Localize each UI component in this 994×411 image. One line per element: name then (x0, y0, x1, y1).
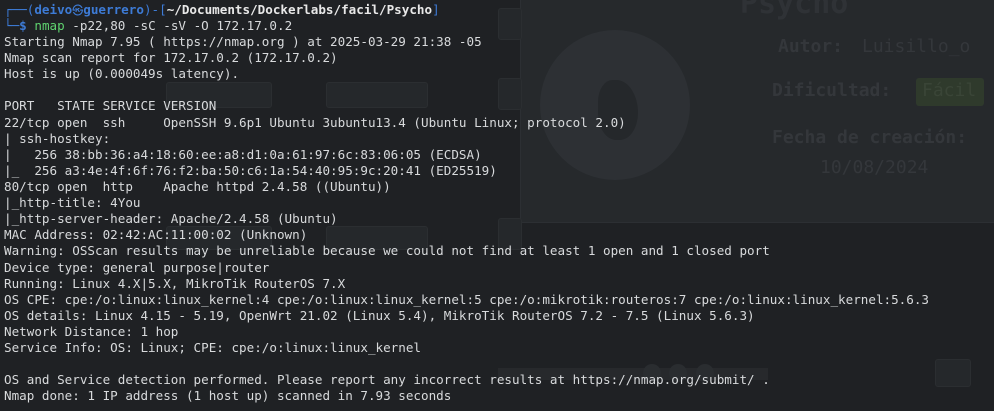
output-line: Starting Nmap 7.95 ( https://nmap.org ) … (4, 34, 482, 49)
command-output: Starting Nmap 7.95 ( https://nmap.org ) … (4, 34, 994, 405)
output-line: |_ 256 a3:4e:4f:6f:76:f2:ba:50:c6:1a:54:… (4, 162, 497, 178)
output-line: Service Info: OS: Linux; CPE: cpe:/o:lin… (4, 340, 422, 356)
output-line: Network Distance: 1 hop (4, 323, 179, 339)
output-line: Nmap done: 1 IP address (1 host up) scan… (4, 388, 452, 404)
output-line: OS and Service detection performed. Plea… (4, 372, 770, 388)
prompt-dollar: $ (19, 18, 27, 33)
output-line: Warning: OSScan results may be unreliabl… (4, 243, 770, 259)
prompt-command-line: └─$ nmap -p22,80 -sC -sV -O 172.17.0.2 (4, 18, 292, 34)
prompt-header: ┌──(deivo㉿guerrero)-[~/Documents/Dockerl… (4, 2, 440, 19)
output-line: MAC Address: 02:42:AC:11:00:02 (Unknown) (4, 227, 308, 243)
prompt-bracket-mid: )-[ (143, 2, 167, 17)
output-line: OS details: Linux 4.15 - 5.19, OpenWrt 2… (4, 307, 755, 323)
output-line: | 256 38:bb:36:a4:18:60:ee:a8:d1:0a:61:9… (4, 146, 482, 162)
terminal-content[interactable]: ┌──(deivo㉿guerrero)-[~/Documents/Dockerl… (4, 2, 994, 405)
output-line: Nmap scan report for 172.17.0.2 (172.17.… (4, 50, 338, 66)
output-line: 80/tcp open http Apache httpd 2.4.58 ((U… (4, 178, 391, 194)
command-args: -p22,80 -sC -sV -O 172.17.0.2 (64, 18, 293, 33)
output-line: Host is up (0.000049s latency). (4, 66, 240, 82)
prompt-corner: └─ (4, 18, 20, 33)
shell-prompt: ┌──(deivo㉿guerrero)-[~/Documents/Dockerl… (4, 2, 994, 34)
output-line: OS CPE: cpe:/o:linux:linux_kernel:4 cpe:… (4, 291, 930, 307)
output-line: 22/tcp open ssh OpenSSH 9.6p1 Ubuntu 3ub… (4, 114, 626, 130)
output-line: Device type: general purpose|router (4, 259, 270, 275)
output-line: |_http-title: 4You (4, 195, 141, 211)
output-line: PORT STATE SERVICE VERSION (4, 98, 217, 114)
prompt-bracket-close: ] (432, 2, 440, 17)
prompt-path: ~/Documents/Dockerlabs/facil/Psycho (166, 2, 433, 17)
output-line: | ssh-hostkey: (4, 130, 118, 146)
prompt-bracket-open: ┌──( (4, 2, 35, 17)
output-line: |_http-server-header: Apache/2.4.58 (Ubu… (4, 211, 338, 227)
terminal-window[interactable]: Psycho Autor: Luisillo_o Dificultad: Fác… (0, 0, 994, 411)
prompt-user: deivo (34, 2, 73, 17)
prompt-host: guerrero (83, 2, 144, 17)
command-name: nmap (34, 18, 65, 33)
output-line: Running: Linux 4.X|5.X, MikroTik RouterO… (4, 275, 346, 291)
prompt-user-symbol: ㉿ (72, 4, 84, 17)
